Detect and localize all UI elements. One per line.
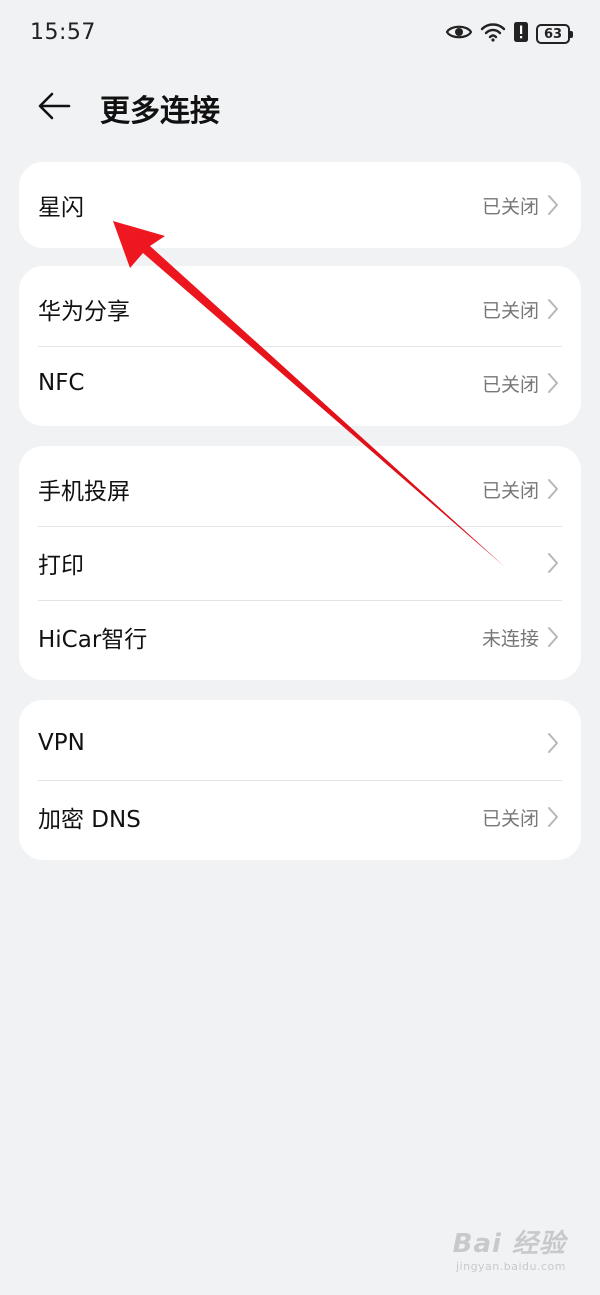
watermark: Bai 经验 jingyan.baidu.com — [453, 1223, 566, 1273]
chevron-right-icon — [547, 806, 561, 828]
row-status: 已关闭 — [481, 373, 539, 396]
eye-icon — [445, 23, 473, 45]
row-screen-projection[interactable]: 手机投屏 已关闭 — [19, 452, 581, 526]
status-bar: 15:57 63 — [0, 0, 600, 70]
row-label: VPN — [38, 730, 85, 756]
row-huawei-share[interactable]: 华为分享 已关闭 — [19, 272, 581, 346]
back-button[interactable] — [30, 84, 78, 132]
settings-group-4: VPN 加密 DNS 已关闭 — [19, 700, 581, 860]
chevron-right-icon — [547, 732, 561, 754]
row-label: 华为分享 — [38, 299, 130, 325]
settings-group-1: 星闪 已关闭 — [19, 162, 581, 248]
chevron-right-icon — [547, 552, 561, 574]
watermark-url: jingyan.baidu.com — [455, 1260, 566, 1273]
row-label: NFC — [38, 370, 85, 396]
row-encrypted-dns[interactable]: 加密 DNS 已关闭 — [19, 780, 581, 854]
row-status: 已关闭 — [481, 299, 539, 322]
row-status: 已关闭 — [481, 479, 539, 502]
row-status: 已关闭 — [481, 807, 539, 830]
row-status: 已关闭 — [481, 195, 539, 218]
row-label: HiCar智行 — [38, 627, 148, 653]
header: 更多连接 — [0, 70, 600, 146]
battery-icon: 63 — [536, 24, 573, 44]
row-nfc[interactable]: NFC 已关闭 — [19, 346, 581, 420]
chevron-right-icon — [547, 478, 561, 500]
status-time: 15:57 — [30, 20, 96, 45]
settings-group-3: 手机投屏 已关闭 打印 HiCar智行 未连接 — [19, 446, 581, 680]
alert-icon — [514, 22, 528, 46]
battery-level: 63 — [543, 26, 563, 42]
settings-group-2: 华为分享 已关闭 NFC 已关闭 — [19, 266, 581, 426]
chevron-right-icon — [547, 298, 561, 320]
page-title: 更多连接 — [100, 94, 220, 129]
status-icons: 63 — [445, 22, 573, 46]
row-print[interactable]: 打印 — [19, 526, 581, 600]
row-nearlink[interactable]: 星闪 已关闭 — [19, 162, 581, 248]
row-label: 打印 — [38, 553, 84, 579]
row-label: 加密 DNS — [38, 807, 141, 833]
chevron-right-icon — [547, 194, 561, 216]
row-label: 手机投屏 — [38, 479, 130, 505]
chevron-right-icon — [547, 626, 561, 648]
chevron-right-icon — [547, 372, 561, 394]
row-hicar[interactable]: HiCar智行 未连接 — [19, 600, 581, 674]
row-label: 星闪 — [38, 195, 84, 221]
row-status: 未连接 — [481, 627, 539, 650]
back-arrow-icon — [37, 91, 71, 125]
watermark-logo: Bai 经验 — [452, 1229, 566, 1259]
wifi-icon — [480, 22, 506, 46]
row-vpn[interactable]: VPN — [19, 706, 581, 780]
